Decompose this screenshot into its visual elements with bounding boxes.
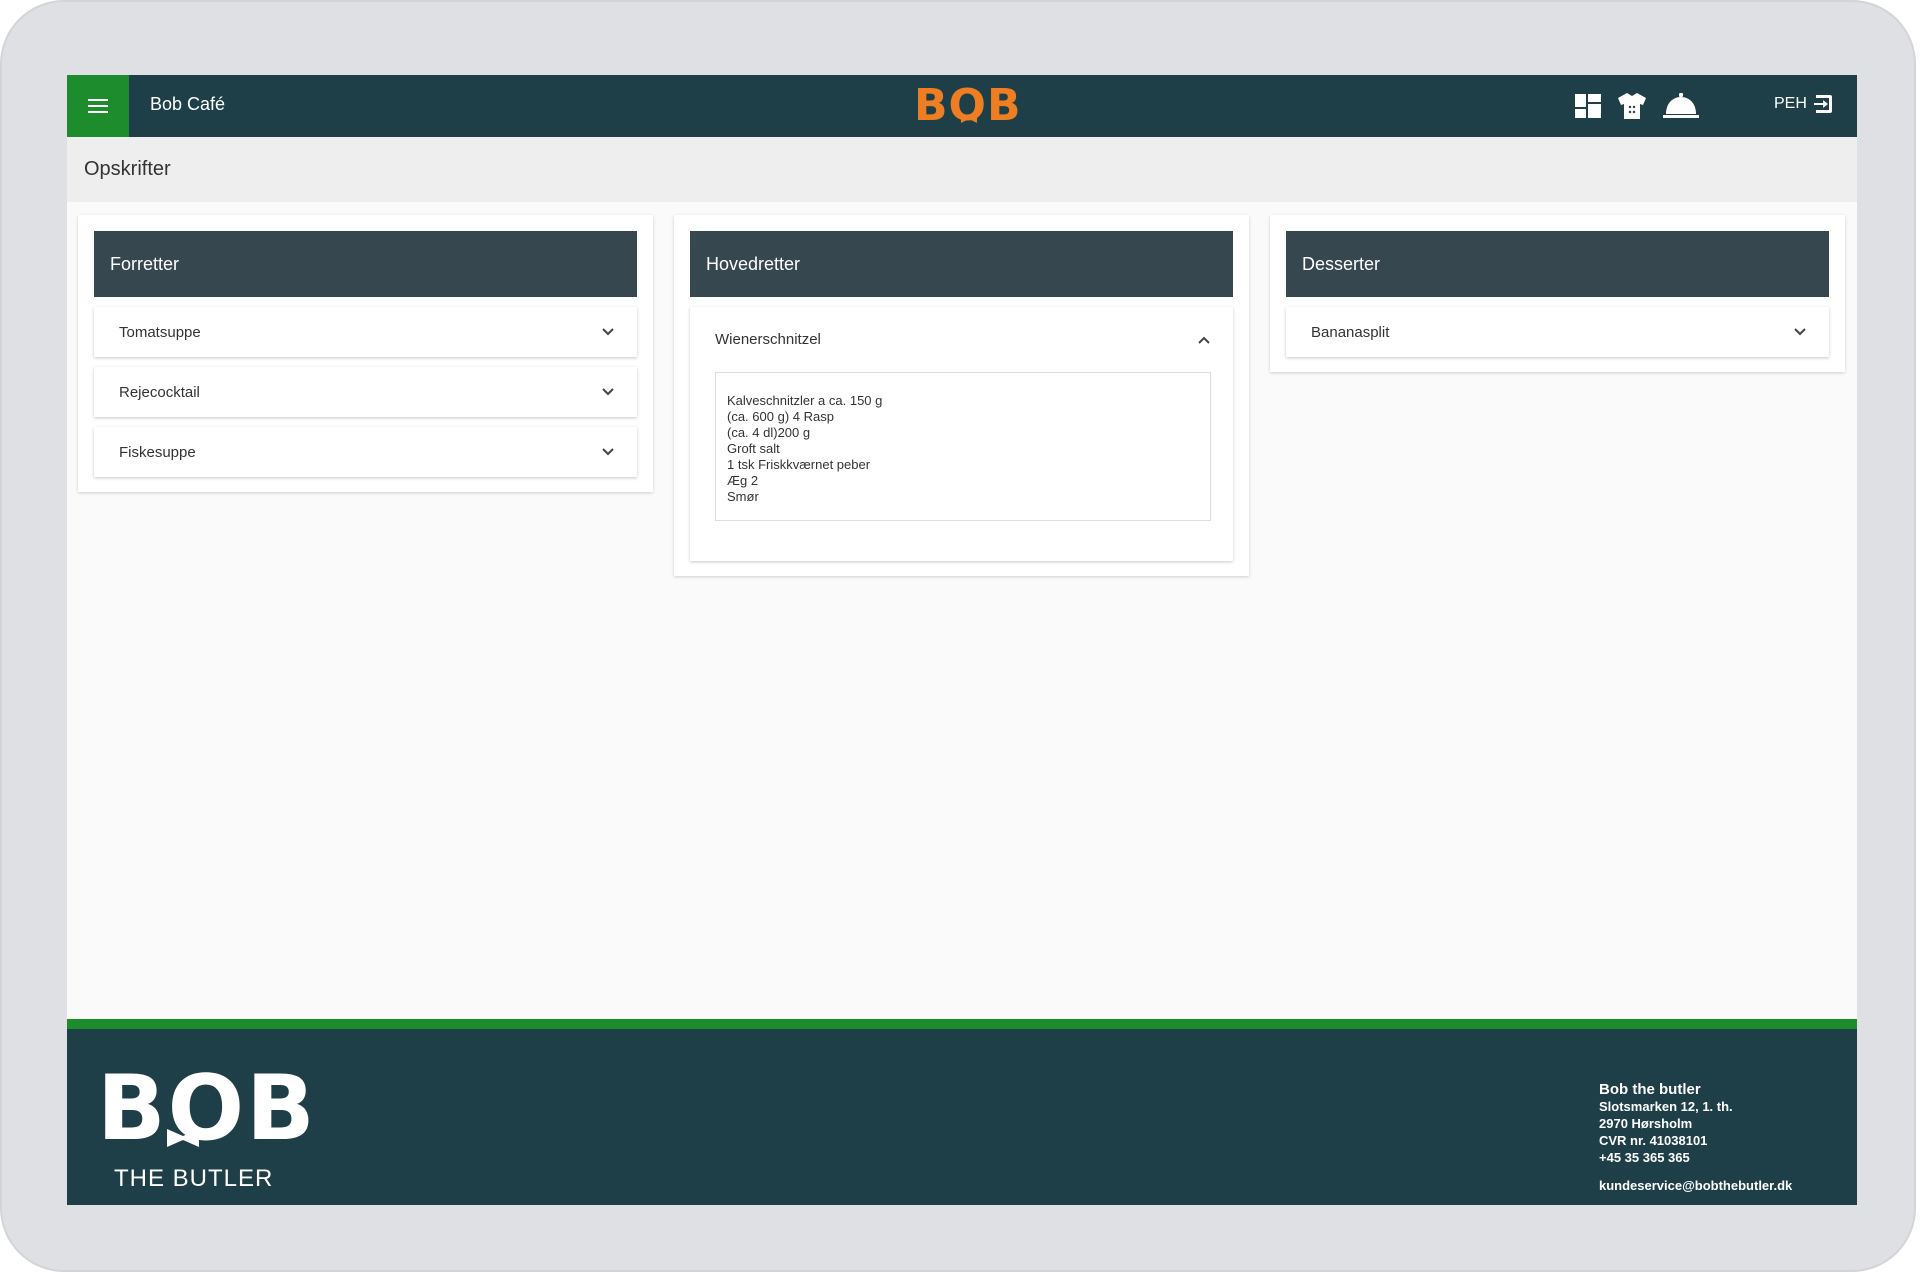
app-screen: Bob Café BOB PEH Opskrifter Forretter To… [67,75,1857,1205]
column-header: Hovedretter [690,231,1233,297]
bob-logo[interactable]: BOB [914,83,1021,129]
ingredient-line: Æg 2 [727,473,759,488]
ingredient-line: (ca. 4 dl)200 g [727,425,811,440]
ingredient-line: (ca. 600 g) 4 Rasp [727,409,834,424]
company-name: Bob the butler [1599,1081,1701,1098]
column-header: Desserter [1286,231,1829,297]
user-logout[interactable]: PEH [1774,94,1833,114]
chevron-down-icon [602,448,614,456]
recipe-item-toggle[interactable]: Wienerschnitzel [715,307,1211,372]
top-bar-actions [1575,91,1699,121]
recipe-item-rejecocktail[interactable]: Rejecocktail [94,367,637,417]
recipe-item-bananasplit[interactable]: Bananasplit [1286,307,1829,357]
company-info: Bob the butler Slotsmarken 12, 1. th. 29… [1599,1081,1792,1194]
tablet-frame: Bob Café BOB PEH Opskrifter Forretter To… [0,0,1916,1272]
recipe-item-fiskesuppe[interactable]: Fiskesuppe [94,427,637,477]
chevron-up-icon [1198,336,1210,344]
footer-stripe [67,1019,1857,1029]
dashboard-icon[interactable] [1575,94,1601,118]
footer-logo-subtitle: THE BUTLER [114,1165,274,1192]
column-desserter: Desserter Bananasplit [1270,215,1845,372]
ingredient-line: Kalveschnitzler a ca. 150 g [727,393,883,408]
recipe-ingredients: Kalveschnitzler a ca. 150 g (ca. 600 g) … [715,372,1211,521]
logout-icon[interactable] [1813,94,1833,114]
page-header: Opskrifter [67,137,1857,202]
page-title: Opskrifter [84,158,171,180]
recipe-label: Fiskesuppe [119,443,196,461]
column-forretter: Forretter Tomatsuppe Rejecocktail Fiskes… [78,215,653,492]
recipe-label: Tomatsuppe [119,323,201,341]
top-app-bar: Bob Café BOB PEH [67,75,1857,137]
bowtie-icon [961,113,977,123]
recipe-item-tomatsuppe[interactable]: Tomatsuppe [94,307,637,357]
company-address-line2: 2970 Hørsholm [1599,1116,1693,1131]
company-address-line1: Slotsmarken 12, 1. th. [1599,1099,1733,1114]
chef-jacket-icon[interactable] [1618,93,1646,119]
company-phone: +45 35 365 365 [1599,1150,1690,1165]
ingredient-line: Smør [727,489,759,504]
user-initials: PEH [1774,95,1807,112]
chevron-down-icon [602,388,614,396]
menu-button[interactable] [67,75,129,137]
bowtie-icon [167,1129,199,1147]
chevron-down-icon [602,328,614,336]
logo-text: BOB [914,80,1022,131]
cloche-icon[interactable] [1663,93,1699,119]
recipe-label: Bananasplit [1311,323,1390,341]
recipe-item-wienerschnitzel: Wienerschnitzel Kalveschnitzler a ca. 15… [690,307,1233,561]
footer: BOB THE BUTLER Bob the butler Slotsmarke… [67,1029,1857,1205]
menu-icon [88,99,108,113]
chevron-down-icon [1794,328,1806,336]
footer-logo-text: BOB [97,1056,317,1161]
recipe-label: Rejecocktail [119,383,200,401]
ingredient-line: 1 tsk Friskkværnet peber [727,457,871,472]
app-title: Bob Café [150,94,226,114]
company-email-link[interactable]: kundeservice@bobthebutler.dk [1599,1177,1792,1194]
footer-logo: BOB [97,1064,317,1154]
company-cvr: CVR nr. 41038101 [1599,1133,1708,1148]
ingredient-line: Groft salt [727,441,780,456]
recipe-label: Wienerschnitzel [715,331,821,348]
column-hovedretter: Hovedretter Wienerschnitzel Kalveschnitz… [674,215,1249,576]
column-header: Forretter [94,231,637,297]
